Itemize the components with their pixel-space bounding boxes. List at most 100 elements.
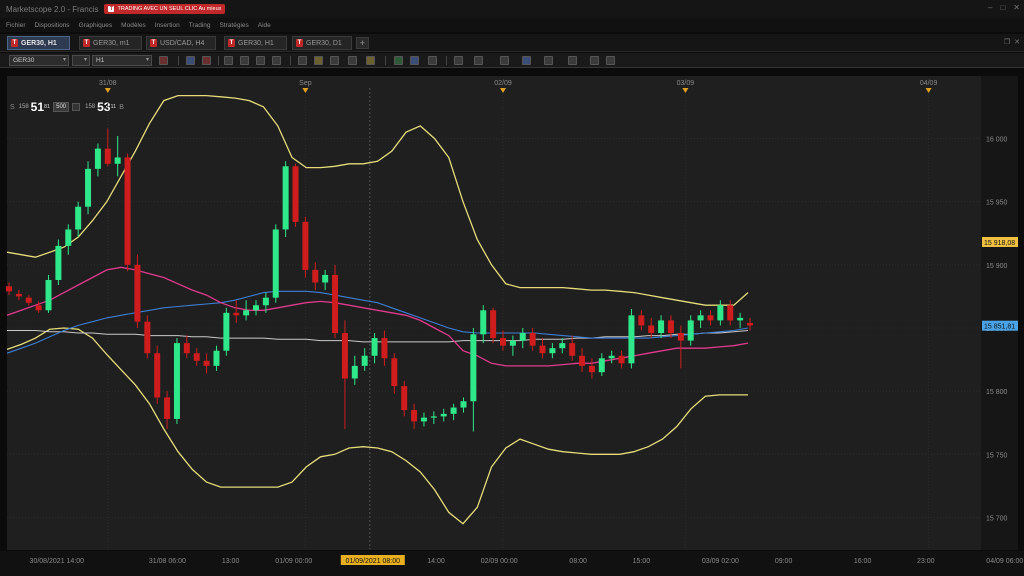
candle-bullish [697,315,704,321]
candle-bearish [134,264,141,322]
candle-bullish [430,416,437,418]
candle-bullish [460,401,467,408]
x-tick-label: 15:00 [633,558,651,565]
candle-bullish [282,166,289,230]
candle-bearish [667,320,674,334]
candle-bearish [529,333,536,346]
candle-bullish [94,148,101,169]
x-tick-label: 09:00 [775,558,793,565]
candle-bearish [25,297,32,303]
candle-bearish [302,221,309,270]
x-tick-label: 14:00 [427,558,445,565]
top-date-label: 02/09 [494,80,512,87]
candle-bullish [45,279,52,311]
candle-bullish [608,355,615,359]
top-date-label: 04/09 [920,80,938,87]
candle-bearish [618,355,625,364]
candle-bearish [588,365,595,373]
x-tick-label: 13:00 [222,558,240,565]
candle-bearish [183,343,190,354]
date-marker-icon [104,88,111,93]
date-marker-icon [682,88,689,93]
candle-bullish [65,229,72,246]
candle-bearish [401,386,408,411]
bollinger-lower-band [6,327,748,525]
candle-bullish [598,358,605,373]
candle-bullish [559,343,566,349]
candle-bearish [500,338,506,346]
x-tick-label: 03/09 02:00 [702,558,739,565]
candle-bearish [233,312,240,316]
candle-bullish [371,338,378,356]
date-marker-icon [925,88,932,93]
x-tick-label: 01/09 00:00 [275,558,312,565]
candle-bullish [440,413,447,417]
candle-bullish [223,312,230,351]
top-date-label: 03/09 [677,80,695,87]
candle-bullish [351,365,358,379]
y-tick-label: 15 700 [986,515,1008,522]
candle-bullish [628,315,635,364]
x-tick-label: 02/09 00:00 [481,558,518,565]
candle-bearish [15,293,22,297]
x-tick-label: 04/09 06:00 [986,558,1023,565]
candle-bearish [707,315,714,321]
candle-bearish [638,315,645,326]
candle-bearish [104,148,111,164]
y-tick-label: 16 000 [986,137,1008,144]
candle-bearish [747,322,753,326]
x-tick-label: 16:00 [854,558,872,565]
x-tick-label: 23:00 [917,558,935,565]
y-tick-label: 15 750 [986,452,1008,459]
candle-bullish [420,417,427,422]
candle-bullish [85,168,92,207]
candlestick-chart: 16 00015 95015 90015 85015 80015 75015 7… [6,80,1023,565]
x-tick-label: 08:00 [569,558,587,565]
bollinger-upper-band [6,94,749,306]
candle-bearish [193,353,200,361]
candle-bearish [648,325,655,334]
candle-bearish [381,338,388,359]
candle-bullish [361,355,368,366]
candle-bearish [6,286,12,292]
candle-bearish [292,166,299,222]
candle-bearish [727,305,734,321]
candle-bullish [173,343,180,419]
y-tick-label: 15 800 [986,389,1008,396]
candle-bullish [480,310,487,335]
candle-bearish [539,345,546,354]
candle-bullish [450,407,457,414]
top-date-label: 31/08 [99,80,117,87]
candle-bullish [253,305,259,311]
candle-bearish [411,410,418,422]
candle-bearish [391,358,398,387]
candle-bearish [332,274,339,334]
candle-bullish [470,334,477,402]
candle-bearish [569,343,576,356]
candle-bullish [322,274,329,283]
candle-bullish [717,305,724,321]
candle-bullish [262,297,269,306]
candle-bearish [579,355,586,366]
candle-bearish [490,310,497,339]
candle-bearish [144,321,151,354]
candle-bullish [549,348,556,354]
candle-bullish [737,317,744,321]
candle-bearish [154,353,161,398]
crosshair-time-label: 01/09/2021 08:00 [346,558,401,565]
candle-bearish [124,157,131,265]
candle-bullish [509,340,516,346]
candle-bullish [75,206,82,230]
date-marker-icon [302,88,309,93]
candle-bearish [35,305,42,311]
price-tag-label: 15 851,81 [984,324,1015,331]
candle-bearish [203,360,210,366]
candle-bearish [677,333,684,341]
candle-bullish [658,320,665,334]
candle-bearish [164,397,171,419]
candle-bullish [55,245,62,280]
x-tick-label: 30/08/2021 14:00 [30,558,85,565]
candle-bullish [114,157,121,164]
top-date-label: Sep [299,80,312,87]
candle-bullish [243,310,250,316]
